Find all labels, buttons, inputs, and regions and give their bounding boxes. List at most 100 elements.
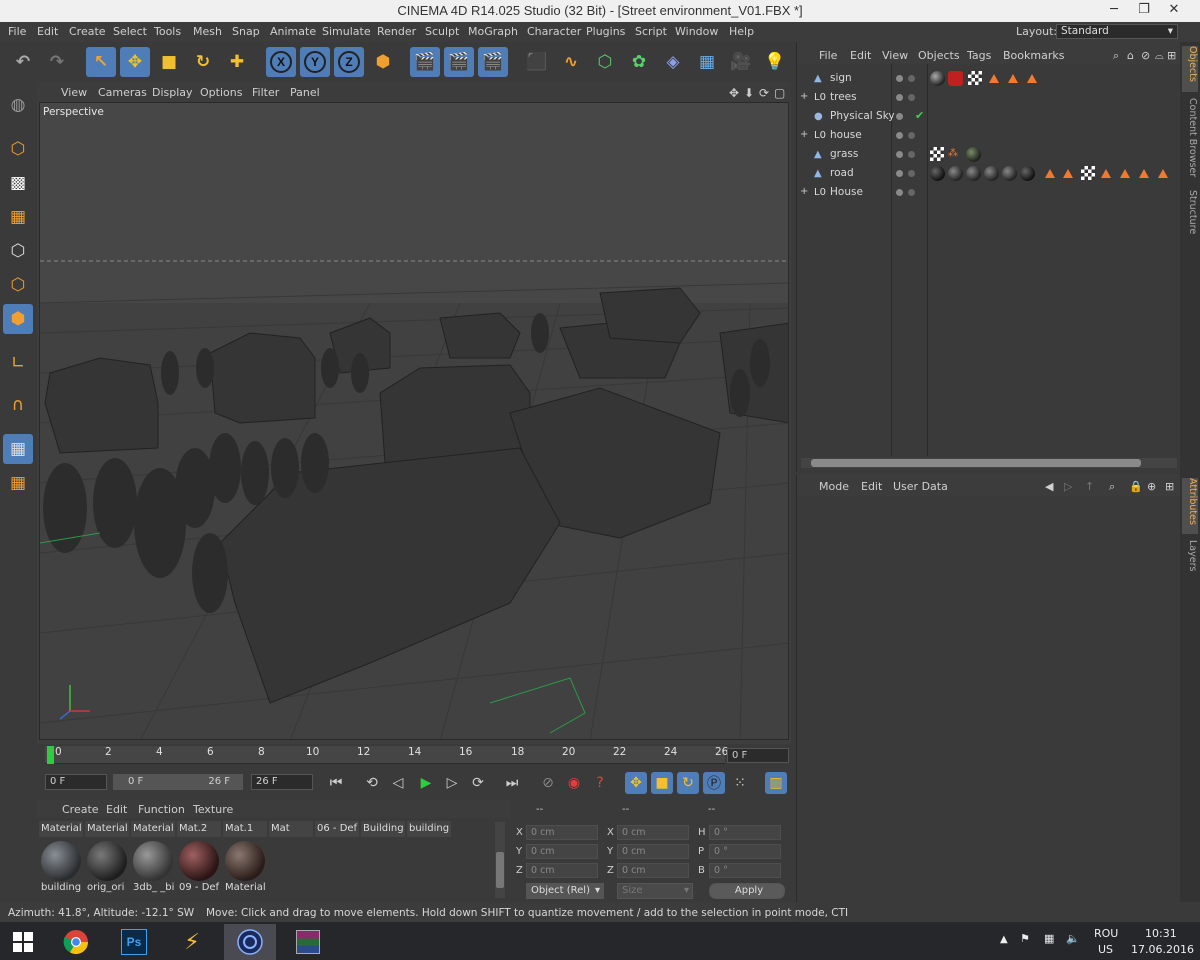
selection-tag-icon[interactable] — [1063, 169, 1073, 178]
position-y-field[interactable]: 0 cm — [526, 844, 598, 859]
expand-icon[interactable]: + — [800, 91, 808, 102]
menu-script[interactable]: Script — [635, 25, 667, 38]
floor-icon[interactable]: ▦ — [692, 47, 722, 77]
texture-tag-icon[interactable] — [930, 71, 945, 86]
volume-icon[interactable]: 🔈 — [1066, 932, 1080, 945]
object-row-road[interactable]: ▲ road — [797, 164, 1181, 183]
collapse-icon[interactable]: ⌓ — [1155, 49, 1164, 63]
go-to-end-icon[interactable]: ⏭ — [501, 772, 523, 794]
coord-mode-select[interactable]: Object (Rel) ▾ — [526, 883, 604, 899]
frame-range-slider[interactable]: 0 F 26 F — [113, 774, 243, 790]
viewport-move-icon[interactable]: ⬇ — [744, 86, 754, 100]
locked-workplane-icon[interactable]: ▦ — [3, 434, 33, 464]
scale-icon[interactable]: ■ — [154, 47, 184, 77]
editor-visibility-icon[interactable] — [896, 151, 903, 158]
editor-visibility-icon[interactable] — [896, 132, 903, 139]
key-parameter-icon[interactable]: Ⓟ — [703, 772, 725, 794]
material-scrollbar[interactable] — [495, 822, 505, 898]
model-mode-icon[interactable]: ⬡ — [3, 134, 33, 164]
tab-layers[interactable]: Layers — [1182, 540, 1198, 576]
selection-tag-icon[interactable] — [1027, 74, 1037, 83]
selection-tag-icon[interactable] — [1008, 74, 1018, 83]
viewport-maximize-icon[interactable]: ▢ — [774, 86, 785, 100]
new-manager-icon[interactable]: ⊞ — [1165, 480, 1174, 493]
menu-render[interactable]: Render — [377, 25, 416, 38]
size-y-field[interactable]: 0 cm — [617, 844, 689, 859]
cinema4d-icon[interactable] — [224, 924, 276, 960]
add-icon[interactable]: ✚ — [222, 47, 252, 77]
object-name[interactable]: Physical Sky — [830, 110, 895, 122]
selection-tag-icon[interactable] — [1101, 169, 1111, 178]
render-visibility-icon[interactable] — [908, 75, 915, 82]
key-rotation-icon[interactable]: ↻ — [677, 772, 699, 794]
points-mode-icon[interactable]: ⬡ — [3, 236, 33, 266]
object-row-house[interactable]: + L0 house — [797, 126, 1181, 145]
material-name[interactable]: Mat — [269, 821, 313, 837]
go-to-start-icon[interactable]: ⏮ — [325, 772, 347, 794]
filter-icon[interactable]: ⊘ — [1141, 49, 1150, 62]
network-icon[interactable]: ▦ — [1044, 932, 1054, 945]
render-visibility-icon[interactable] — [908, 189, 915, 196]
winamp-icon[interactable]: ⚡ — [166, 924, 218, 960]
viewport-menu-view[interactable]: View — [61, 86, 87, 99]
menu-tools[interactable]: Tools — [154, 25, 181, 38]
render-visibility-icon[interactable] — [908, 170, 915, 177]
key-point-level-icon[interactable]: ⁙ — [729, 772, 751, 794]
viewport-menu-cameras[interactable]: Cameras — [98, 86, 147, 99]
make-editable-icon[interactable]: ◍ — [3, 90, 33, 120]
position-x-field[interactable]: 0 cm — [526, 825, 598, 840]
material-name[interactable]: Building — [361, 821, 405, 837]
object-name[interactable]: trees — [830, 91, 857, 103]
key-position-icon[interactable]: ✥ — [625, 772, 647, 794]
planar-workplane-icon[interactable]: ▦ — [3, 468, 33, 498]
menu-file[interactable]: File — [8, 25, 26, 38]
render-visibility-icon[interactable] — [908, 132, 915, 139]
deformer-icon[interactable]: ◈ — [658, 47, 688, 77]
workplane-icon[interactable]: ▦ — [3, 202, 33, 232]
selection-tag-icon[interactable] — [989, 74, 999, 83]
previous-frame-icon[interactable]: ◁ — [387, 772, 409, 794]
object-row-grass[interactable]: ▲ grass ⁂ — [797, 145, 1181, 164]
maximize-button[interactable]: ❐ — [1128, 0, 1160, 22]
forward-arrow-icon[interactable]: ▷ — [1064, 480, 1072, 493]
viewport-pan-icon[interactable]: ✥ — [729, 86, 739, 100]
apply-button[interactable]: Apply — [709, 883, 785, 899]
object-row-trees[interactable]: + L0 trees — [797, 88, 1181, 107]
tab-content-browser[interactable]: Content Browser — [1182, 98, 1198, 184]
back-arrow-icon[interactable]: ◀ — [1045, 480, 1053, 493]
lock-icon[interactable]: 🔒 — [1129, 480, 1143, 493]
size-x-field[interactable]: 0 cm — [617, 825, 689, 840]
home-icon[interactable]: ⌂ — [1127, 49, 1134, 62]
layout-select[interactable]: Standard ▾ — [1056, 24, 1178, 39]
rotation-h-field[interactable]: 0 ° — [709, 825, 781, 840]
search-icon[interactable]: ⌕ — [1109, 480, 1115, 494]
object-name[interactable]: grass — [830, 148, 858, 160]
editor-visibility-icon[interactable] — [896, 75, 903, 82]
material-menu-texture[interactable]: Texture — [193, 803, 233, 816]
menu-snap[interactable]: Snap — [232, 25, 260, 38]
size-z-field[interactable]: 0 cm — [617, 863, 689, 878]
keyframe-selection-icon[interactable]: ? — [589, 772, 611, 794]
coord-size-select[interactable]: Size ▾ — [617, 883, 693, 899]
menu-help[interactable]: Help — [729, 25, 754, 38]
clock-date[interactable]: 17.06.2016 — [1131, 943, 1194, 956]
keyboard-layout[interactable]: US — [1098, 943, 1113, 956]
end-frame-field[interactable]: 26 F — [251, 774, 313, 790]
viewport-menu-panel[interactable]: Panel — [290, 86, 320, 99]
viewport-menu-filter[interactable]: Filter — [252, 86, 279, 99]
viewport-canvas[interactable]: Perspective — [39, 102, 789, 740]
up-arrow-icon[interactable]: ↑ — [1085, 480, 1094, 493]
x-axis-lock-icon[interactable]: X — [266, 47, 296, 77]
object-row-sign[interactable]: ▲ sign — [797, 69, 1181, 88]
texture-tag-icon[interactable] — [930, 166, 945, 181]
render-view-icon[interactable]: 🎬 — [410, 47, 440, 77]
object-name[interactable]: sign — [830, 72, 852, 84]
subdivision-icon[interactable]: ⬡ — [590, 47, 620, 77]
timeline-track[interactable]: 0 2 4 6 8 10 12 14 16 18 20 22 24 26 — [45, 746, 728, 764]
object-row-physical-sky[interactable]: ● Physical Sky ✔ — [797, 107, 1181, 126]
coordinate-system-icon[interactable]: ⬢ — [368, 47, 398, 77]
material-name[interactable]: Material — [131, 821, 175, 837]
menu-create[interactable]: Create — [69, 25, 106, 38]
texture-tag-icon[interactable] — [984, 166, 999, 181]
editor-visibility-icon[interactable] — [896, 170, 903, 177]
